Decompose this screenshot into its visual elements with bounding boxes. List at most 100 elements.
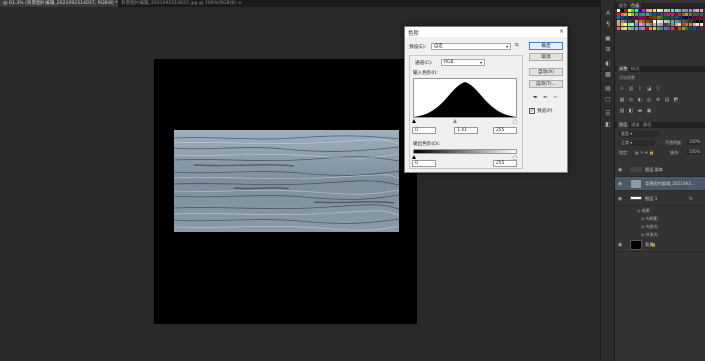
swatch[interactable]	[642, 12, 646, 16]
swatch[interactable]	[692, 9, 696, 12]
swatch[interactable]	[642, 19, 646, 23]
gamma-slider[interactable]	[453, 119, 457, 123]
swatch[interactable]	[660, 19, 664, 23]
swatch[interactable]	[663, 16, 667, 20]
swatch[interactable]	[624, 27, 628, 30]
swatch[interactable]	[649, 19, 653, 23]
swatch[interactable]	[620, 23, 624, 27]
swatch[interactable]	[671, 19, 674, 23]
swatch[interactable]	[667, 9, 671, 12]
swatch[interactable]	[649, 16, 653, 20]
swatches-icon[interactable]: ▦	[603, 71, 613, 79]
swatch[interactable]	[681, 12, 685, 16]
swatch[interactable]	[624, 9, 628, 12]
layers-icon[interactable]: ☰	[603, 110, 613, 118]
swatch[interactable]	[674, 16, 678, 20]
swatch[interactable]	[699, 23, 703, 27]
swatch[interactable]	[699, 27, 703, 30]
swatch[interactable]	[667, 16, 671, 20]
swatch[interactable]	[674, 23, 678, 27]
tab-styles[interactable]: 样式	[629, 66, 641, 72]
swatch[interactable]	[674, 19, 678, 23]
black-input-slider[interactable]	[412, 119, 416, 123]
swatch[interactable]	[631, 12, 635, 16]
white-eyedropper-icon[interactable]: ✒	[553, 94, 558, 101]
output-white-field[interactable]: 255	[493, 160, 517, 167]
swatch[interactable]	[660, 16, 664, 20]
swatch[interactable]	[645, 19, 649, 23]
swatch[interactable]	[671, 9, 674, 12]
swatch[interactable]	[660, 12, 664, 16]
swatch[interactable]	[627, 16, 631, 20]
swatch[interactable]	[671, 16, 674, 20]
layer-filter-select[interactable]: 类型 ▾	[619, 131, 659, 137]
swatch[interactable]	[653, 27, 656, 30]
paragraph-icon[interactable]: ¶	[603, 21, 613, 29]
visibility-eye-icon[interactable]: ◉	[618, 167, 622, 173]
swatch[interactable]	[627, 27, 631, 30]
swatch[interactable]	[667, 23, 671, 27]
dialog-titlebar[interactable]: 色阶 ×	[405, 27, 567, 37]
input-gamma-field[interactable]: 1.41	[454, 127, 478, 134]
channel-select[interactable]: RGB ▾	[441, 59, 485, 66]
swatch[interactable]	[617, 16, 620, 20]
swatch[interactable]	[631, 27, 635, 30]
swatch[interactable]	[689, 27, 692, 30]
photo-filter-icon[interactable]: ◎	[646, 98, 652, 103]
swatch[interactable]	[620, 16, 624, 20]
swatch[interactable]	[638, 9, 642, 12]
gradient-map-icon[interactable]: ▬	[637, 109, 643, 114]
swatch[interactable]	[635, 16, 638, 20]
swatch[interactable]	[660, 23, 664, 27]
swatch[interactable]	[642, 27, 646, 30]
lock-icons[interactable]: ▦ ✎ ✥ 🔒	[635, 150, 654, 155]
swatch[interactable]	[627, 9, 631, 12]
close-icon[interactable]: ×	[238, 1, 242, 6]
swatch[interactable]	[667, 12, 671, 16]
swatch[interactable]	[674, 12, 678, 16]
visibility-eye-icon[interactable]: ◉	[618, 181, 622, 187]
swatch[interactable]	[663, 23, 667, 27]
effect-item[interactable]: ◎ 内发光	[641, 224, 658, 230]
swatch[interactable]	[692, 27, 696, 30]
swatch[interactable]	[649, 12, 653, 16]
threshold-icon[interactable]: ◧	[628, 109, 634, 114]
swatch[interactable]	[649, 9, 653, 12]
swatch[interactable]	[674, 27, 678, 30]
swatch[interactable]	[681, 16, 685, 20]
swatch[interactable]	[678, 16, 682, 20]
swatch[interactable]	[656, 23, 660, 27]
swatch[interactable]	[692, 16, 696, 20]
tab-layers[interactable]: 图层	[617, 122, 630, 128]
document-tab-inactive[interactable]: 背景图片编辑_2021092514037.jpg @ 100%(RGB/8) ×	[118, 0, 278, 7]
swatch[interactable]	[656, 27, 660, 30]
swatch[interactable]	[645, 12, 649, 16]
bw-icon[interactable]: ◐	[637, 98, 643, 103]
swatch[interactable]	[692, 19, 696, 23]
lookup-icon[interactable]: ▤	[664, 98, 670, 103]
swatch[interactable]	[681, 9, 685, 12]
white-input-slider[interactable]	[513, 119, 517, 123]
swatch[interactable]	[645, 9, 649, 12]
cancel-button[interactable]: 取消	[529, 53, 563, 61]
swatch[interactable]	[671, 23, 674, 27]
gray-eyedropper-icon[interactable]: ✒	[543, 94, 548, 101]
tab-adjustments[interactable]: 调整	[617, 66, 630, 72]
input-black-field[interactable]: 0	[412, 127, 436, 134]
blend-mode-select[interactable]: 正常 ▾	[619, 140, 655, 146]
swatch[interactable]	[645, 27, 649, 30]
swatch[interactable]	[692, 23, 696, 27]
styles-icon[interactable]: ▢	[603, 96, 613, 104]
swatch[interactable]	[645, 16, 649, 20]
selective-color-icon[interactable]: ▣	[646, 109, 652, 114]
info-icon[interactable]: ▣	[603, 35, 613, 43]
posterize-icon[interactable]: ▨	[619, 109, 625, 114]
swatch[interactable]	[620, 12, 624, 16]
swatch[interactable]	[624, 23, 628, 27]
swatch[interactable]	[699, 16, 703, 20]
input-white-field[interactable]: 255	[493, 127, 517, 134]
tab-channels[interactable]: 通道	[629, 122, 641, 128]
swatch[interactable]	[635, 27, 638, 30]
document-tab-active[interactable]: @ 61.3% (背景图片编辑_2021092514037, RGB/8) *×	[0, 0, 118, 7]
swatch[interactable]	[678, 27, 682, 30]
